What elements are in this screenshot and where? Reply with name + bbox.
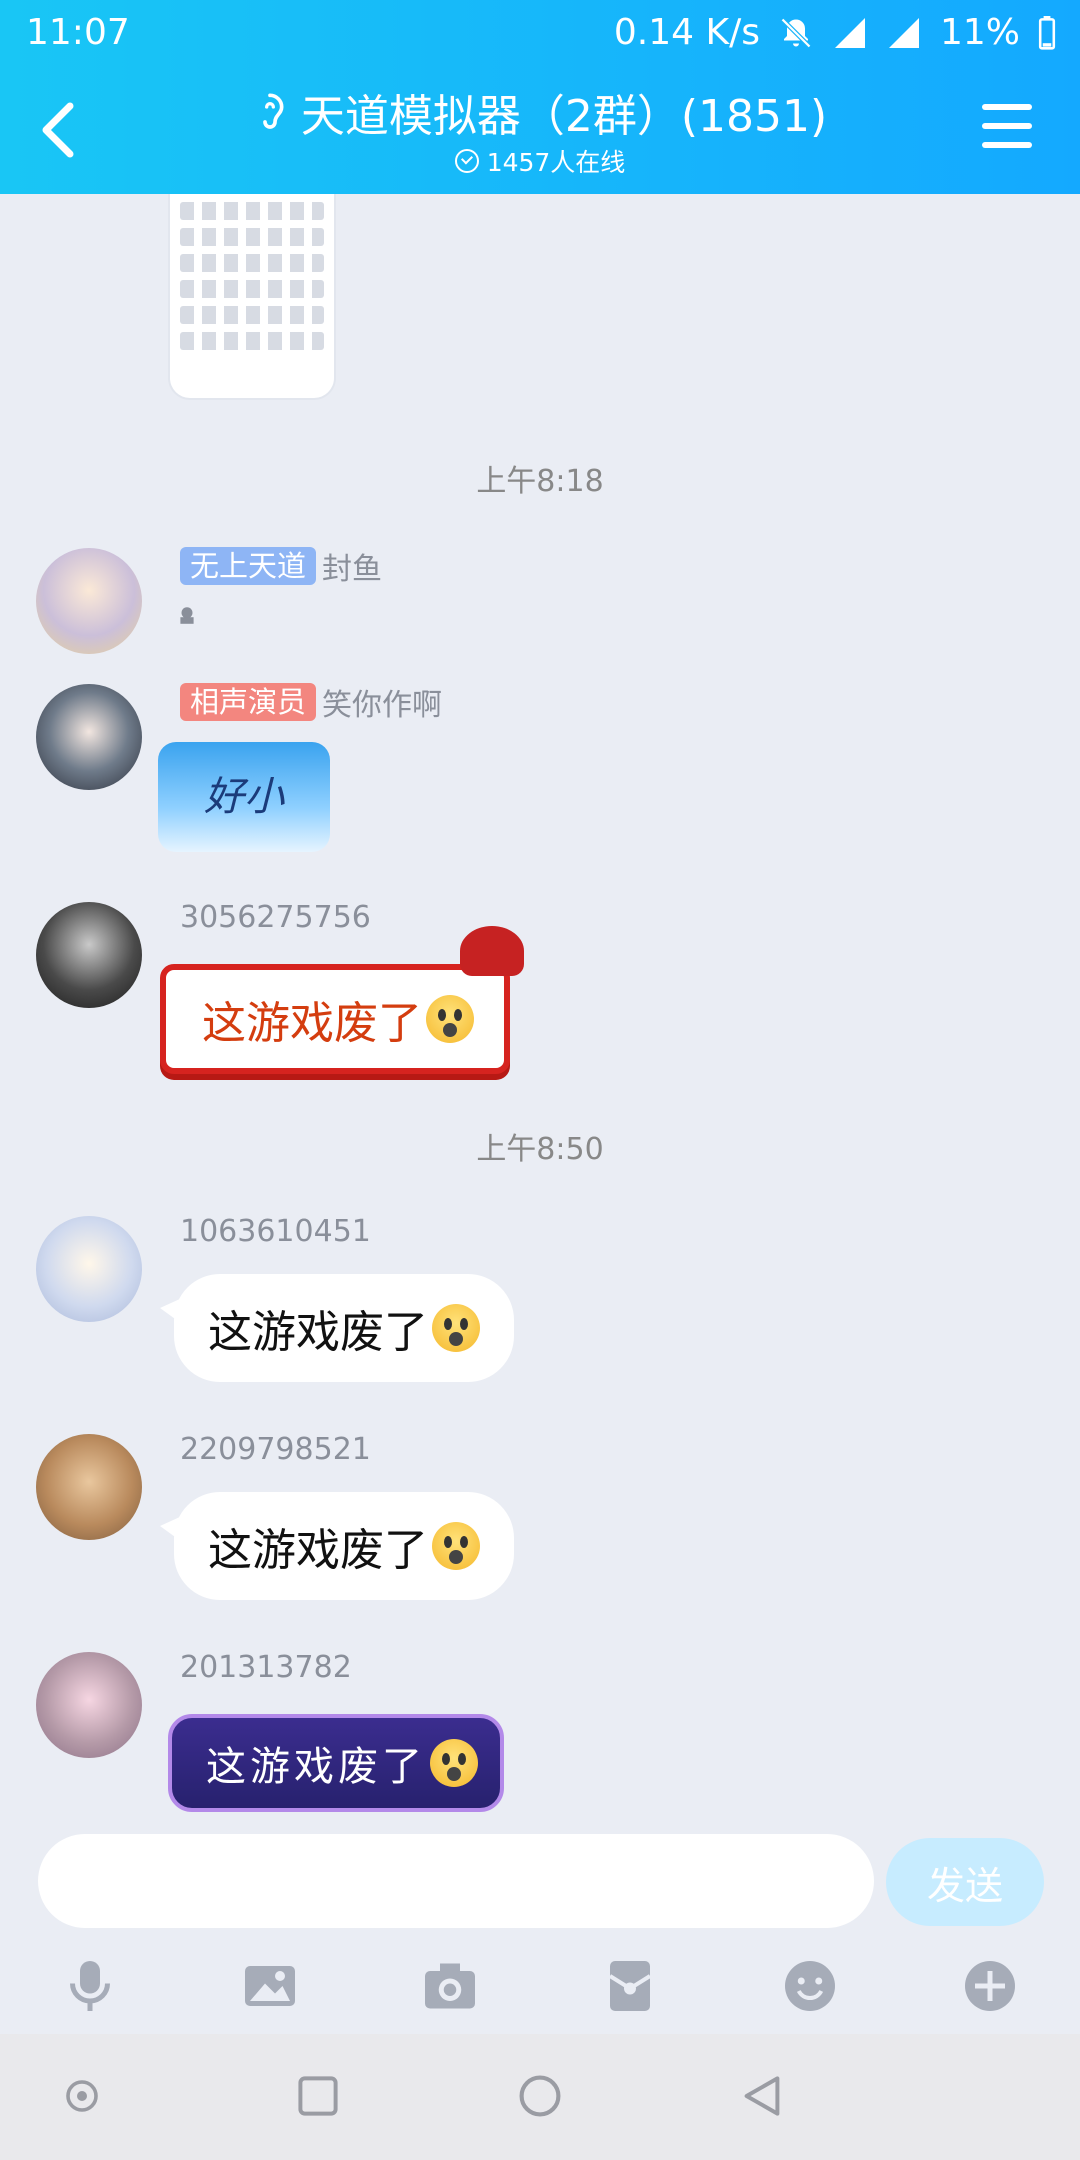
menu-icon[interactable] — [982, 104, 1032, 148]
image-text: 好小 — [204, 774, 284, 820]
image-icon[interactable] — [238, 1954, 302, 2018]
sender-name: 无上天道 封鱼 — [180, 544, 382, 588]
message-bubble[interactable]: 这游戏废了 — [160, 926, 524, 1074]
message-text: 这游戏废了 — [208, 1307, 428, 1358]
message-text: 这游戏废了 — [206, 1744, 426, 1790]
signal-4g-icon — [888, 17, 919, 48]
scream-emoji-icon — [426, 995, 474, 1043]
image-message[interactable]: 好小 — [158, 742, 330, 852]
screenshot-image[interactable] — [168, 194, 336, 400]
camera-icon[interactable] — [418, 1954, 482, 2018]
app-header: 11:07 0.14 K/s 11% 天道模拟器（2群）(1851) 1457人… — [0, 0, 1080, 194]
sender-name: 3056275756 — [180, 900, 371, 935]
message-input[interactable] — [38, 1834, 874, 1928]
ear-icon — [263, 93, 284, 129]
avatar[interactable] — [36, 548, 142, 654]
avatar[interactable] — [36, 902, 142, 1008]
sender-name: 1063610451 — [180, 1214, 371, 1249]
scream-emoji-icon — [432, 1522, 480, 1570]
recents-square-icon[interactable] — [286, 2064, 350, 2128]
small-sticker-icon[interactable] — [176, 604, 198, 626]
back-triangle-icon[interactable] — [730, 2064, 794, 2128]
message-text: 这游戏废了 — [202, 998, 422, 1049]
signal-icon — [834, 17, 865, 48]
sender-nickname: 笑你作啊 — [322, 688, 443, 723]
scream-emoji-icon — [432, 1304, 480, 1352]
battery-level: 11% — [939, 12, 1020, 53]
status-time: 11:07 — [26, 12, 130, 53]
santa-hat-icon — [460, 926, 524, 976]
plus-icon[interactable] — [958, 1954, 1022, 2018]
assistant-dot-icon[interactable] — [50, 2064, 114, 2128]
message-text: 这游戏废了 — [208, 1525, 428, 1576]
sender-name: 2209798521 — [180, 1432, 371, 1467]
member-title-tag: 相声演员 — [180, 683, 317, 721]
timestamp: 上午8:18 — [476, 464, 604, 499]
message-bubble[interactable]: 这游戏废了 — [160, 1492, 514, 1600]
battery-icon — [1038, 15, 1056, 50]
network-speed: 0.14 K/s — [613, 12, 760, 53]
timestamp: 上午8:50 — [476, 1132, 604, 1167]
page-title-row[interactable]: 天道模拟器（2群）(1851) — [0, 80, 1080, 144]
mic-icon[interactable] — [58, 1954, 122, 2018]
avatar[interactable] — [36, 1216, 142, 1322]
avatar[interactable] — [36, 684, 142, 790]
avatar[interactable] — [36, 1652, 142, 1758]
input-area: 发送 — [0, 1834, 1080, 2034]
avatar[interactable] — [36, 1434, 142, 1540]
online-count: 1457人在线 — [486, 148, 626, 177]
online-check-icon — [454, 149, 479, 173]
sender-nickname: 封鱼 — [322, 552, 383, 587]
emoji-icon[interactable] — [778, 1954, 842, 2018]
sender-name: 201313782 — [180, 1650, 352, 1685]
member-title-tag: 无上天道 — [180, 547, 317, 585]
toolbar — [0, 1954, 1080, 2034]
red-packet-icon[interactable] — [598, 1954, 662, 2018]
home-circle-icon[interactable] — [508, 2064, 572, 2128]
page-title: 天道模拟器（2群）(1851) — [300, 91, 828, 142]
scream-emoji-icon — [430, 1739, 478, 1787]
status-right: 0.14 K/s 11% — [614, 12, 1056, 53]
message-bubble[interactable]: 这游戏废了 — [160, 1274, 514, 1382]
online-count-row: 1457人在线 — [0, 143, 1080, 179]
mute-bell-icon — [780, 17, 812, 48]
status-bar: 11:07 0.14 K/s 11% — [0, 10, 1080, 60]
system-nav-bar — [0, 2034, 1080, 2160]
sender-name: 相声演员 笑你作啊 — [180, 680, 442, 724]
send-button[interactable]: 发送 — [886, 1838, 1044, 1926]
chat-area[interactable]: 上午8:18 无上天道 封鱼 相声演员 笑你作啊 好小 3056275756 这… — [0, 194, 1080, 1834]
message-bubble[interactable]: 这游戏废了 — [168, 1714, 504, 1812]
